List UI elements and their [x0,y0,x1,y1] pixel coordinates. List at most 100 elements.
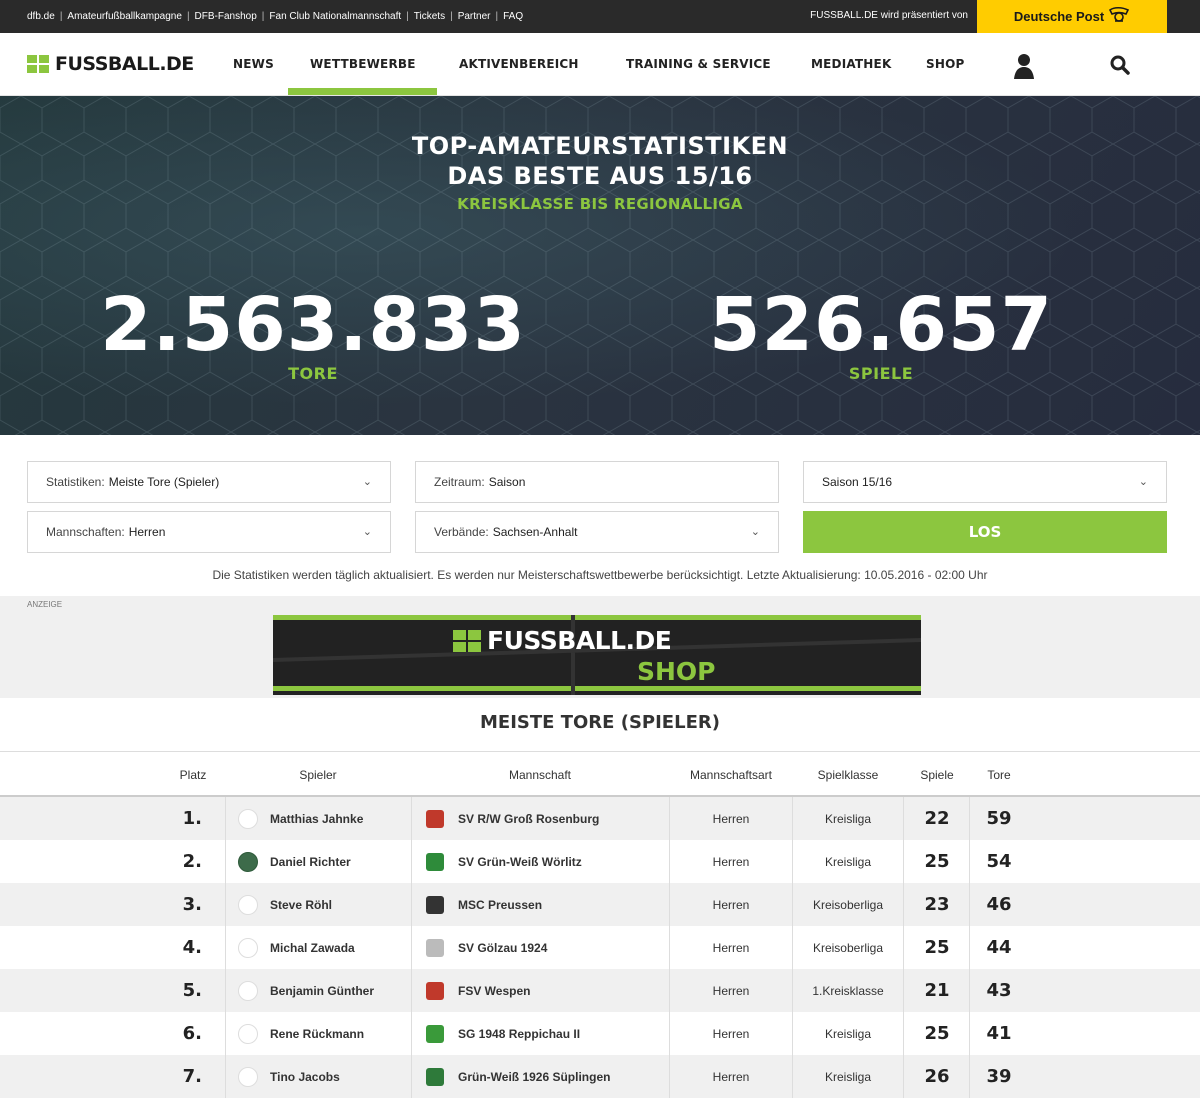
banner-logo: FUSSBALL.DE [453,626,672,655]
search-icon[interactable] [1109,54,1131,76]
period-select-value: Saison [488,475,526,489]
row-goals: 39 [986,1066,1012,1087]
row-games: 22 [924,808,950,829]
top-link-fanshop[interactable]: DFB-Fanshop [195,11,257,22]
table-row[interactable]: 5. Benjamin Günther FSV Wespen Herren 1.Krei… [0,969,1200,1012]
player-name: Benjamin Günther [270,983,375,998]
period-select-label: Zeitraum: [434,475,485,489]
player-name: Matthias Jahnke [270,811,364,826]
avatar [238,851,258,872]
top-bar: dfb.de | Amateurfußballkampagne | DFB-Fa… [0,0,1200,33]
player-name: Daniel Richter [270,854,351,869]
chevron-down-icon: ⌄ [750,526,760,538]
row-goals: 41 [986,1023,1012,1044]
row-rank: 1. [182,808,202,829]
header-spieler[interactable]: Spieler [268,768,368,782]
post-horn-icon [1108,6,1130,27]
avatar [238,1066,258,1087]
club-crest-icon [426,895,444,914]
row-team[interactable]: SG 1948 Reppichau II [426,1012,669,1055]
top-link-faq[interactable]: FAQ [503,11,523,22]
header-tore[interactable]: Tore [970,768,1028,782]
header-spiele[interactable]: Spiele [904,768,970,782]
nav-wettbewerbe[interactable]: WETTBEWERBE [310,57,416,71]
top-link-tickets[interactable]: Tickets [414,11,445,22]
nav-news[interactable]: NEWS [233,57,274,71]
nav-shop[interactable]: SHOP [926,57,964,71]
row-rank: 6. [182,1023,202,1044]
header-platz[interactable]: Platz [163,768,223,782]
nav-mediathek[interactable]: MEDIATHEK [811,57,891,71]
row-rank: 4. [182,937,202,958]
stat-select[interactable]: Statistiken: Meiste Tore (Spieler) ⌄ [27,461,391,503]
table-row[interactable]: 4. Michal Zawada SV Gölzau 1924 Herren Kreis… [0,926,1200,969]
nav-active-indicator [288,88,437,95]
top-link-fanclub[interactable]: Fan Club Nationalmannschaft [269,11,401,22]
shop-banner[interactable]: FUSSBALL.DE SHOP [273,615,921,695]
avatar [238,894,258,915]
row-team[interactable]: FSV Wespen [426,969,669,1012]
site-logo[interactable]: FUSSBALL.DE [27,53,194,75]
row-team[interactable]: SV Gölzau 1924 [426,926,669,969]
table-row[interactable]: 1. Matthias Jahnke SV R/W Groß Rosenburg He… [0,797,1200,840]
row-player[interactable]: Daniel Richter [238,840,410,883]
sponsor-logo[interactable]: Deutsche Post [977,0,1167,33]
row-games: 25 [924,937,950,958]
submit-button[interactable]: LOS [803,511,1167,553]
avatar [238,980,258,1001]
games-total: 526.657 [708,282,1054,368]
row-league[interactable]: 1.Kreisklasse [793,969,903,1012]
row-games: 25 [924,1023,950,1044]
row-player[interactable]: Rene Rückmann [238,1012,410,1055]
table-row[interactable]: 3. Steve Röhl MSC Preussen Herren Kreisoberl… [0,883,1200,926]
club-crest-icon [426,1024,444,1043]
teams-select[interactable]: Mannschaften: Herren ⌄ [27,511,391,553]
period-select[interactable]: Zeitraum: Saison [415,461,779,503]
row-team-type: Herren [712,897,750,912]
row-league[interactable]: Kreisliga [793,1055,903,1098]
chevron-down-icon: ⌄ [362,476,372,488]
nav-aktivenbereich[interactable]: AKTIVENBEREICH [459,57,579,71]
row-league[interactable]: Kreisliga [793,797,903,840]
header-mannschaft[interactable]: Mannschaft [480,768,600,782]
row-player[interactable]: Steve Röhl [238,883,410,926]
team-name: FSV Wespen [458,983,531,998]
top-link-kampagne[interactable]: Amateurfußballkampagne [67,11,182,22]
table-row[interactable]: 2. Daniel Richter SV Grün-Weiß Wörlitz Herr… [0,840,1200,883]
row-team-type: Herren [712,940,750,955]
player-name: Rene Rückmann [270,1026,365,1041]
row-team[interactable]: SV Grün-Weiß Wörlitz [426,840,669,883]
row-games: 25 [924,851,950,872]
table-row[interactable]: 7. Tino Jacobs Grün-Weiß 1926 Süplingen Her… [0,1055,1200,1098]
player-name: Tino Jacobs [270,1069,340,1084]
team-name: SV R/W Groß Rosenburg [458,811,600,826]
row-team[interactable]: MSC Preussen [426,883,669,926]
row-league[interactable]: Kreisliga [793,1012,903,1055]
row-player[interactable]: Matthias Jahnke [238,797,410,840]
user-icon[interactable] [1013,52,1035,80]
row-team[interactable]: SV R/W Groß Rosenburg [426,797,669,840]
row-player[interactable]: Benjamin Günther [238,969,410,1012]
row-league[interactable]: Kreisliga [793,840,903,883]
nav-training-service[interactable]: TRAINING & SERVICE [626,57,771,71]
games-label: SPIELE [848,364,914,383]
team-name: Grün-Weiß 1926 Süplingen [458,1069,611,1084]
row-team[interactable]: Grün-Weiß 1926 Süplingen [426,1055,669,1098]
goals-total: 2.563.833 [100,282,526,368]
row-goals: 59 [986,808,1012,829]
row-player[interactable]: Tino Jacobs [238,1055,410,1098]
table-row[interactable]: 6. Rene Rückmann SG 1948 Reppichau II Herre… [0,1012,1200,1055]
row-goals: 43 [986,980,1012,1001]
header-mannschaftsart[interactable]: Mannschaftsart [670,768,792,782]
row-team-type: Herren [712,1026,750,1041]
row-league[interactable]: Kreisoberliga [793,883,903,926]
row-league[interactable]: Kreisoberliga [793,926,903,969]
header-spielklasse[interactable]: Spielklasse [793,768,903,782]
top-link-partner[interactable]: Partner [458,11,491,22]
association-select[interactable]: Verbände: Sachsen-Anhalt ⌄ [415,511,779,553]
season-select[interactable]: Saison 15/16 ⌄ [803,461,1167,503]
player-name: Steve Röhl [270,897,333,912]
row-player[interactable]: Michal Zawada [238,926,410,969]
row-team-type: Herren [712,1069,750,1084]
top-link-dfb[interactable]: dfb.de [27,11,55,22]
